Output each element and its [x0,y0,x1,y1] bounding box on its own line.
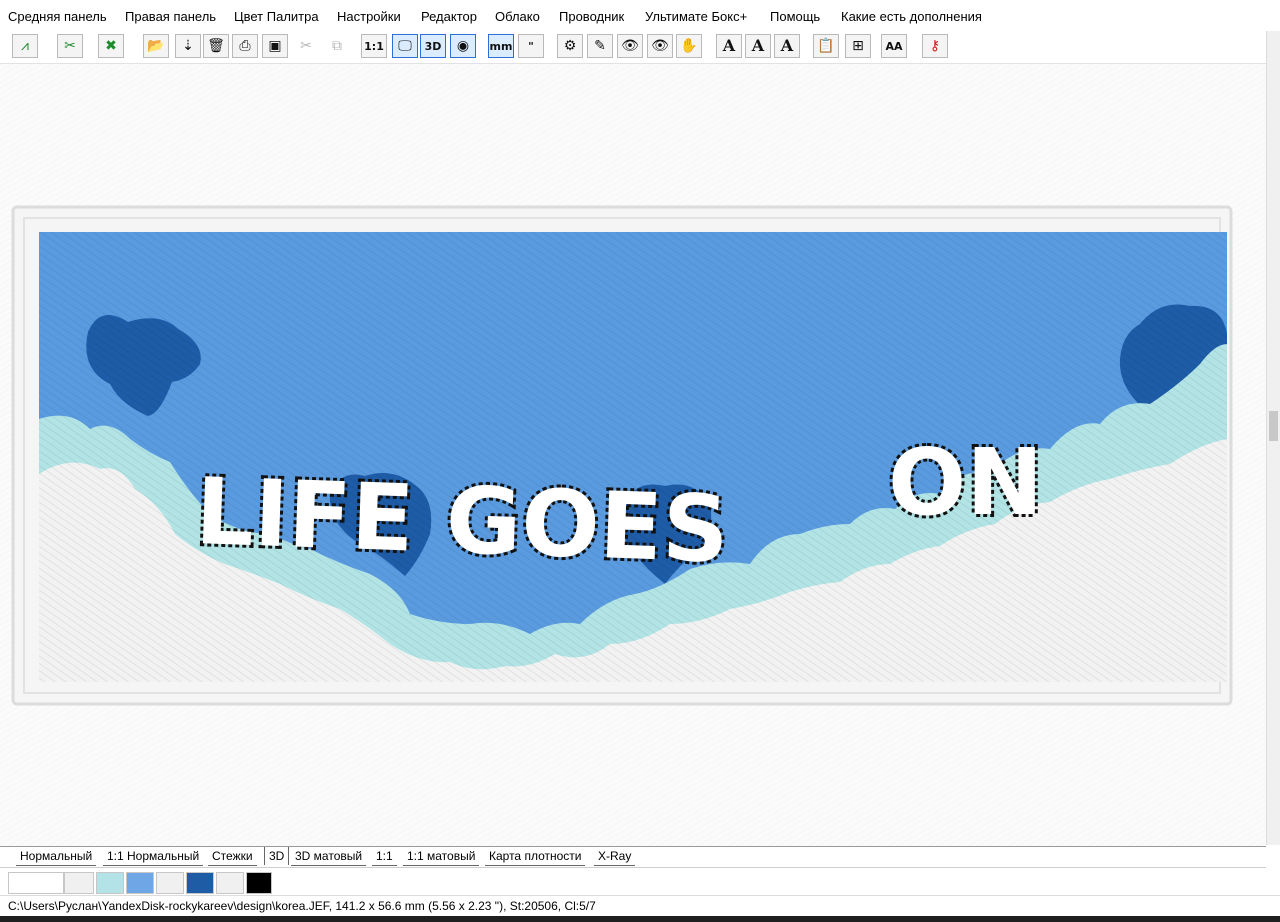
open-folder-icon[interactable]: 📂 [143,34,169,58]
design-canvas[interactable]: LIFE GOES ON [0,64,1266,846]
status-file-info: C:\Users\Руслан\YandexDisk-rockykareev\d… [8,899,596,913]
inch-ruler-icon[interactable]: " [518,34,544,58]
actual-size-icon[interactable]: 1:1 [361,34,387,58]
clipboard-icon[interactable]: 📋 [813,34,839,58]
status-bar: C:\Users\Руслан\YandexDisk-rockykareev\d… [0,895,1280,916]
palette-swatch-3[interactable] [96,872,124,894]
tab-4[interactable]: 3D матовый [291,847,367,866]
copy-icon[interactable]: ⧉ [324,34,350,58]
palette-swatch-8[interactable] [246,872,272,894]
needle-icon[interactable]: ✎ [587,34,613,58]
tab-3[interactable]: 3D [264,847,290,865]
eye-tool-icon[interactable]: 👁 [617,34,643,58]
tree-view-icon[interactable]: ⊞ [845,34,871,58]
monitor-view-icon[interactable]: 🖵 [392,34,418,58]
trash-icon[interactable]: 🗑 [203,34,229,58]
tab-7[interactable]: Карта плотности [485,847,586,866]
text-edit-icon[interactable]: A [745,34,771,58]
palette-swatch-2[interactable] [64,872,94,894]
delete-stitches-icon[interactable]: ✖ [98,34,124,58]
menu-editor[interactable]: Редактор [421,9,477,24]
tab-1[interactable]: 1:1 Нормальный [103,847,204,866]
millimeter-ruler-icon[interactable]: mm [488,34,514,58]
3d-view-icon[interactable]: 3D [420,34,446,58]
scrollbar-thumb[interactable] [1269,411,1278,441]
menu-cloud[interactable]: Облако [495,9,540,24]
menu-middle-panel[interactable]: Средняя панель [8,9,107,24]
scissors-icon[interactable]: ✂ [293,34,319,58]
palette-swatch-6[interactable] [186,872,214,894]
menu-bar: Средняя панель Правая панель Цвет Палитр… [0,0,1280,30]
palette-swatch-1[interactable] [8,872,64,894]
taskbar-edge [0,916,1280,922]
tab-8[interactable]: X-Ray [594,847,636,866]
vertical-scrollbar[interactable] [1266,31,1280,845]
menu-ultimate-box[interactable]: Ультимате Бокс+ [645,9,747,24]
print-icon[interactable]: ⎙ [232,34,258,58]
import-icon[interactable]: ⇣ [175,34,201,58]
menu-right-panel[interactable]: Правая панель [125,9,216,24]
tab-0[interactable]: Нормальный [16,847,97,866]
tab-2[interactable]: Стежки [208,847,257,866]
realistic-view-icon[interactable]: ◉ [450,34,476,58]
color-palette-bar [0,867,1266,896]
menu-help[interactable]: Помощь [770,9,820,24]
menu-explorer[interactable]: Проводник [559,9,624,24]
menu-color-palette[interactable]: Цвет Палитра [234,9,319,24]
save-icon[interactable]: ▣ [262,34,288,58]
text-outline-icon[interactable]: A [774,34,800,58]
satin-tool-icon[interactable]: ⩘ [12,34,38,58]
text-icon[interactable]: A [716,34,742,58]
view-tabs: Нормальный 1:1 Нормальный Стежки 3D 3D матов… [0,846,1266,867]
design-text-life-goes: LIFE GOES [194,458,731,584]
menu-addons[interactable]: Какие есть дополнения [841,9,982,24]
hand-icon[interactable]: ✋ [676,34,702,58]
menu-settings[interactable]: Настройки [337,9,401,24]
cut-stitches-icon[interactable]: ✂ [57,34,83,58]
tab-5[interactable]: 1:1 [372,847,397,866]
machine-icon[interactable]: ⚙ [557,34,583,58]
palette-swatch-4[interactable] [126,872,154,894]
tab-6[interactable]: 1:1 матовый [403,847,480,866]
font-size-icon[interactable]: AA [881,34,907,58]
palette-swatch-5[interactable] [156,872,184,894]
palette-swatch-7[interactable] [216,872,244,894]
design-text-on: ON [888,429,1043,536]
key-icon[interactable]: ⚷ [922,34,948,58]
embroidery-design: LIFE GOES ON [11,205,1233,706]
eye-measure-icon[interactable]: 👁 [647,34,673,58]
toolbar: ⩘ ✂ ✖ 📂 ⇣ 🗑 ⎙ ▣ ✂ ⧉ 1:1 🖵 3D ◉ mm " ⚙ ✎ 👁 👁 ✋ A A A 📋 ⊞ AA ⚷ [0,31,1266,64]
